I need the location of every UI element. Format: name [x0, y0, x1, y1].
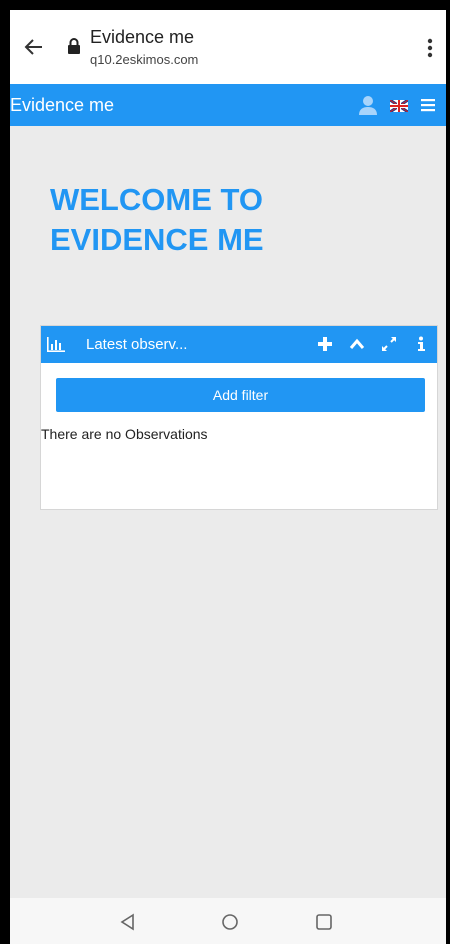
app-header: Evidence me [10, 84, 446, 126]
nav-back-icon[interactable] [118, 912, 138, 932]
widget-header: Latest observ... [41, 326, 437, 363]
lock-icon [68, 38, 80, 54]
chevron-up-icon[interactable] [349, 336, 365, 352]
widget-title: Latest observ... [86, 336, 188, 353]
chart-icon [47, 337, 65, 352]
plus-icon[interactable] [317, 336, 333, 352]
browser-page-title: Evidence me [90, 27, 195, 47]
nav-home-icon[interactable] [220, 912, 240, 932]
back-arrow-icon[interactable] [22, 35, 46, 59]
screen: Evidence me q10.2eskimos.com Evidence me [10, 10, 446, 944]
browser-url[interactable]: q10.2eskimos.com [90, 52, 198, 67]
browser-toolbar: Evidence me q10.2eskimos.com [10, 10, 446, 84]
welcome-line-1: WELCOME TO [50, 182, 263, 217]
empty-observations-message: There are no Observations [41, 426, 208, 442]
uk-flag-icon[interactable] [390, 100, 408, 112]
add-filter-button[interactable]: Add filter [56, 378, 425, 412]
observations-widget: Latest observ... Add filter There are no… [40, 325, 438, 510]
expand-icon[interactable] [381, 336, 397, 352]
more-options-icon[interactable] [420, 36, 440, 60]
welcome-line-2: EVIDENCE ME [50, 222, 264, 257]
hamburger-menu-icon[interactable] [421, 98, 435, 112]
info-icon[interactable] [413, 336, 429, 352]
nav-recents-icon[interactable] [314, 912, 334, 932]
app-title[interactable]: Evidence me [10, 95, 114, 116]
user-icon[interactable] [359, 95, 377, 115]
android-nav-bar [10, 898, 446, 944]
welcome-heading: WELCOME TO EVIDENCE ME [50, 180, 410, 260]
